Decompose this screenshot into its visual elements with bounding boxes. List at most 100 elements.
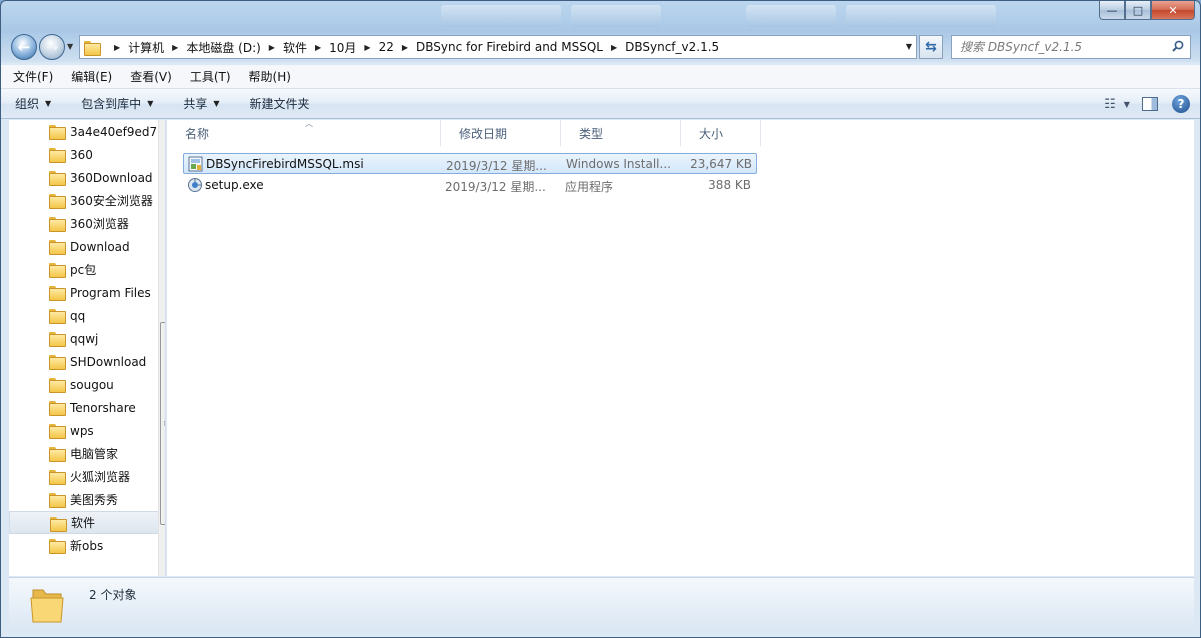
chevron-right-icon[interactable]: ▶ — [269, 43, 275, 52]
breadcrumb-computer[interactable]: 计算机 — [128, 39, 164, 56]
nav-folder-item[interactable]: 360安全浏览器 — [9, 189, 165, 212]
folder-icon — [49, 401, 66, 416]
nav-folder-item[interactable]: Download — [9, 235, 165, 258]
menu-view[interactable]: 查看(V) — [130, 68, 172, 85]
chevron-right-icon[interactable]: ▶ — [114, 43, 120, 52]
breadcrumb-october[interactable]: 10月 — [329, 39, 356, 56]
nav-folder-item[interactable]: SHDownload — [9, 350, 165, 373]
nav-folder-item[interactable]: Program Files — [9, 281, 165, 304]
address-history-dropdown[interactable]: ▼ — [906, 42, 912, 51]
file-list[interactable]: 名称 ︿ 修改日期 类型 大小 DBSyncFirebirdMSSQL.msi … — [167, 119, 1194, 576]
item-count: 2 个对象 — [89, 588, 137, 602]
recent-pages-dropdown[interactable]: ▼ — [67, 42, 73, 51]
close-button[interactable]: ✕ — [1151, 1, 1195, 20]
nav-folder-label: 美图秀秀 — [70, 493, 119, 507]
menu-file[interactable]: 文件(F) — [13, 68, 53, 85]
column-header-name[interactable]: 名称 ︿ — [167, 119, 441, 146]
window-controls: — □ ✕ — [1099, 1, 1195, 20]
details-view-icon: ☷ — [1104, 96, 1116, 112]
file-size: 23,647 KB — [690, 157, 752, 171]
table-row[interactable]: DBSyncFirebirdMSSQL.msi 2019/3/12 星期... … — [183, 153, 757, 174]
breadcrumb-dbsync[interactable]: DBSync for Firebird and MSSQL — [416, 40, 603, 54]
organize-label: 组织 — [15, 97, 40, 111]
nav-folder-label: 360Download — [70, 170, 153, 185]
file-date: 2019/3/12 星期... — [445, 180, 546, 194]
caret-down-icon: ▼ — [45, 99, 52, 108]
folder-icon — [49, 355, 66, 370]
nav-folder-item[interactable]: qqwj — [9, 327, 165, 350]
file-size: 388 KB — [708, 178, 751, 192]
table-row[interactable]: setup.exe 2019/3/12 星期... 应用程序 388 KB — [183, 175, 757, 196]
search-box[interactable] — [951, 35, 1191, 59]
chevron-right-icon[interactable]: ▶ — [611, 43, 617, 52]
navigation-pane[interactable]: 3a4e40ef9ed7 360 360Download 360安全浏览器 360浏览器… — [9, 120, 166, 576]
file-date: 2019/3/12 星期... — [446, 159, 547, 173]
menu-tools[interactable]: 工具(T) — [190, 68, 231, 85]
change-view-button[interactable]: ☷ ▼ — [1102, 93, 1132, 115]
folder-icon — [49, 470, 66, 485]
nav-folder-item[interactable]: 360 — [9, 143, 165, 166]
file-name: DBSyncFirebirdMSSQL.msi — [206, 157, 364, 171]
nav-folder-item[interactable]: 软件 — [9, 511, 165, 534]
nav-folder-item[interactable]: qq — [9, 304, 165, 327]
search-input[interactable] — [960, 40, 1160, 54]
address-bar[interactable]: ▶ 计算机 ▶ 本地磁盘 (D:) ▶ 软件 ▶ 10月 ▶ 22 ▶ DBSy… — [79, 35, 917, 59]
refresh-icon: ⇆ — [925, 39, 937, 55]
background-window-ghost — [571, 5, 661, 27]
nav-folder-item[interactable]: wps — [9, 419, 165, 442]
address-row: ← → ▼ ▶ 计算机 ▶ 本地磁盘 (D:) ▶ 软件 ▶ 10月 ▶ 22 … — [1, 31, 1200, 63]
column-header-type[interactable]: 类型 — [561, 120, 681, 146]
maximize-button[interactable]: □ — [1125, 1, 1151, 20]
nav-folder-label: qqwj — [70, 331, 99, 346]
nav-scrollbar-thumb[interactable]: ≡ — [160, 322, 165, 525]
chevron-right-icon[interactable]: ▶ — [172, 43, 178, 52]
nav-folder-item[interactable]: Tenorshare — [9, 396, 165, 419]
folder-icon — [49, 171, 66, 186]
share-button[interactable]: 共享 ▼ — [183, 95, 219, 112]
column-header-size[interactable]: 大小 — [681, 120, 761, 146]
folder-icon — [49, 263, 66, 278]
nav-folder-label: 360 — [70, 147, 93, 162]
breadcrumb-software[interactable]: 软件 — [283, 39, 307, 56]
chevron-right-icon[interactable]: ▶ — [315, 43, 321, 52]
nav-folder-item[interactable]: sougou — [9, 373, 165, 396]
folder-icon — [84, 40, 101, 56]
command-bar: 组织 ▼ 包含到库中 ▼ 共享 ▼ 新建文件夹 ☷ ▼ ? — [1, 89, 1200, 119]
refresh-button[interactable]: ⇆ — [919, 35, 943, 59]
include-in-library-button[interactable]: 包含到库中 ▼ — [81, 95, 153, 112]
column-header-date[interactable]: 修改日期 — [441, 120, 561, 146]
new-folder-button[interactable]: 新建文件夹 — [250, 95, 310, 112]
nav-folder-item[interactable]: 美图秀秀 — [9, 488, 165, 511]
nav-folder-item[interactable]: 新obs — [9, 534, 165, 557]
folder-icon — [49, 332, 66, 347]
nav-folder-item[interactable]: 火狐浏览器 — [9, 465, 165, 488]
file-type: Windows Install... — [566, 157, 671, 171]
nav-folder-item[interactable]: 电脑管家 — [9, 442, 165, 465]
nav-folder-item[interactable]: pc包 — [9, 258, 165, 281]
nav-tree: 3a4e40ef9ed7 360 360Download 360安全浏览器 360浏览器… — [9, 120, 165, 557]
chevron-right-icon[interactable]: ▶ — [402, 43, 408, 52]
menu-edit[interactable]: 编辑(E) — [71, 68, 112, 85]
nav-folder-item[interactable]: 360浏览器 — [9, 212, 165, 235]
nav-folder-label: wps — [70, 423, 94, 438]
title-bar[interactable]: — □ ✕ — [1, 1, 1200, 31]
forward-button[interactable]: → — [39, 34, 65, 60]
folder-icon — [49, 493, 66, 508]
help-icon[interactable]: ? — [1172, 95, 1190, 113]
menu-help[interactable]: 帮助(H) — [249, 68, 291, 85]
breadcrumb-22[interactable]: 22 — [379, 40, 394, 54]
preview-pane-icon[interactable] — [1142, 97, 1158, 111]
share-label: 共享 — [183, 97, 208, 111]
details-pane: 2 个对象 — [9, 577, 1194, 631]
nav-folder-item[interactable]: 3a4e40ef9ed7 — [9, 120, 165, 143]
search-icon[interactable] — [1172, 40, 1184, 52]
back-button[interactable]: ← — [11, 34, 37, 60]
nav-scrollbar[interactable]: ≡ — [158, 120, 165, 576]
breadcrumb-current[interactable]: DBSyncf_v2.1.5 — [625, 40, 719, 54]
organize-button[interactable]: 组织 ▼ — [15, 95, 51, 112]
chevron-right-icon[interactable]: ▶ — [364, 43, 370, 52]
breadcrumb-local-disk[interactable]: 本地磁盘 (D:) — [186, 39, 260, 56]
folder-icon — [49, 240, 66, 255]
minimize-button[interactable]: — — [1099, 1, 1125, 20]
nav-folder-item[interactable]: 360Download — [9, 166, 165, 189]
